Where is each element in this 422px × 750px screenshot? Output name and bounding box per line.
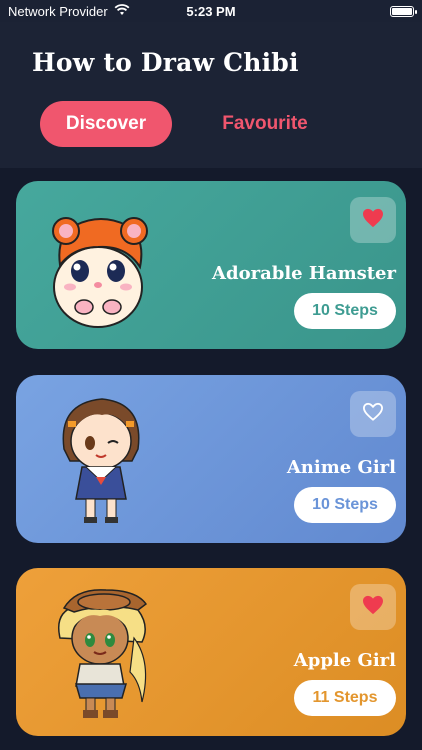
- steps-button[interactable]: 11 Steps: [294, 680, 396, 716]
- wifi-icon: [114, 3, 130, 19]
- page-title: How to Draw Chibi: [32, 48, 299, 77]
- card-title: Anime Girl: [286, 457, 396, 478]
- tab-favourite[interactable]: Favourite: [195, 101, 335, 147]
- apple-girl-illustration: [46, 582, 156, 722]
- card-title: Adorable Hamster: [212, 263, 396, 284]
- status-left: Network Provider: [8, 4, 130, 19]
- hamster-illustration: [46, 195, 156, 335]
- favourite-button[interactable]: [350, 584, 396, 630]
- favourite-button[interactable]: [350, 197, 396, 243]
- header: How to Draw Chibi Discover Favourite: [0, 22, 422, 168]
- steps-button[interactable]: 10 Steps: [294, 293, 396, 329]
- heart-outline-icon: [362, 402, 384, 427]
- drawing-card[interactable]: Apple Girl 11 Steps: [16, 568, 406, 736]
- drawing-card[interactable]: Adorable Hamster 10 Steps: [16, 181, 406, 349]
- carrier-label: Network Provider: [8, 3, 108, 19]
- tab-discover[interactable]: Discover: [40, 101, 172, 147]
- heart-filled-icon: [362, 595, 384, 620]
- favourite-button[interactable]: [350, 391, 396, 437]
- anime-girl-illustration: [46, 389, 156, 529]
- heart-filled-icon: [362, 208, 384, 233]
- battery-icon: [390, 5, 417, 17]
- steps-button[interactable]: 10 Steps: [294, 487, 396, 523]
- drawing-card[interactable]: Anime Girl 10 Steps: [16, 375, 406, 543]
- status-bar: Network Provider 5:23 PM: [0, 0, 422, 22]
- card-title: Apple Girl: [293, 650, 396, 671]
